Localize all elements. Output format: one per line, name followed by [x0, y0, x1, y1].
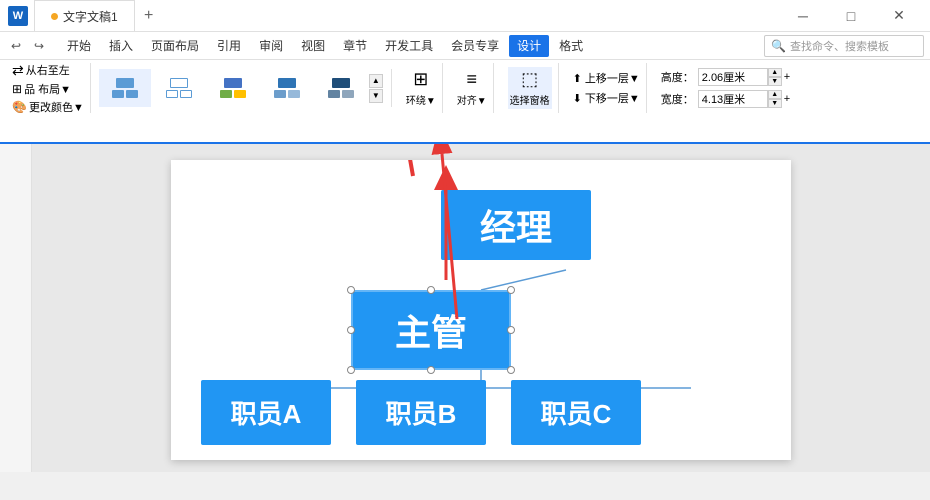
ribbon-group-actions: ⊞ 环绕▼ [400, 63, 443, 113]
window-controls: ─ □ ✕ [780, 0, 922, 32]
move-down-btn[interactable]: ⬇下移一层▼ [573, 90, 640, 106]
maximize-button[interactable]: □ [828, 0, 874, 32]
tab-bar: 文字文稿1 + [34, 0, 780, 31]
redo-button[interactable]: ↪ [29, 36, 49, 56]
style-scroll-btns: ▲ ▼ [369, 74, 383, 103]
height-down[interactable]: ▼ [768, 77, 782, 86]
color-label: 更改颜色▼ [29, 99, 84, 115]
style-scroll-down[interactable]: ▼ [369, 89, 383, 103]
height-plus[interactable]: + [784, 71, 790, 83]
menu-insert[interactable]: 插入 [101, 35, 141, 57]
title-bar: W 文字文稿1 + ─ □ ✕ [0, 0, 930, 32]
align-btn[interactable]: ≡ 对齐▼ [457, 69, 487, 107]
quick-access-toolbar: ↩ ↪ [6, 36, 49, 56]
menu-developer[interactable]: 开发工具 [377, 35, 441, 57]
menu-format[interactable]: 格式 [551, 35, 591, 57]
width-plus[interactable]: + [784, 93, 790, 105]
supervisor-box[interactable]: 主管 [351, 290, 511, 370]
style-thumb-5[interactable] [315, 69, 367, 107]
select-pane-btn[interactable]: ⬚ 选择窗格 [508, 67, 552, 109]
right-to-left-btn[interactable]: ⇄ 从右至左 [12, 62, 70, 79]
employee-c-box[interactable]: 职员C [511, 380, 641, 445]
ribbon: ⇄ 从右至左 ⊞ 品 布局▼ 🎨 更改颜色▼ [0, 60, 930, 144]
menu-vip[interactable]: 会员专享 [443, 35, 507, 57]
undo-button[interactable]: ↩ [6, 36, 26, 56]
document-page: 经理 主管 ⊞ ⊟ ⋮ [171, 160, 791, 460]
tab-dot [51, 13, 58, 20]
menu-bar: ↩ ↪ 开始 插入 页面布局 引用 审阅 视图 章节 开发工具 会员专享 设计 … [0, 32, 930, 60]
menu-review[interactable]: 审阅 [251, 35, 291, 57]
width-label: 宽度： [661, 91, 694, 107]
menu-view[interactable]: 视图 [293, 35, 333, 57]
ribbon-content: ⇄ 从右至左 ⊞ 品 布局▼ 🎨 更改颜色▼ [0, 60, 930, 116]
style-thumb-3[interactable] [207, 69, 259, 107]
ribbon-group-layout: ⇄ 从右至左 ⊞ 品 布局▼ 🎨 更改颜色▼ [6, 63, 91, 113]
employee-b-box[interactable]: 职员B [356, 380, 486, 445]
height-up[interactable]: ▲ [768, 68, 782, 77]
layout-btn[interactable]: ⊞ 品 布局▼ [12, 81, 71, 97]
employee-a-box[interactable]: 职员A [201, 380, 331, 445]
menu-start[interactable]: 开始 [59, 35, 99, 57]
add-tab-button[interactable]: + [135, 2, 163, 30]
change-color-btn[interactable]: 🎨 更改颜色▼ [12, 99, 84, 115]
manager-box[interactable]: 经理 [441, 190, 591, 260]
employee-c-label: 职员C [541, 394, 612, 431]
close-button[interactable]: ✕ [876, 0, 922, 32]
ribbon-group-align: ≡ 对齐▼ [451, 63, 494, 113]
supervisor-label: 主管 [395, 304, 467, 356]
main-area: 经理 主管 ⊞ ⊟ ⋮ [0, 144, 930, 472]
width-down[interactable]: ▼ [768, 99, 782, 108]
menu-section[interactable]: 章节 [335, 35, 375, 57]
height-input[interactable]: 2.06厘米 [698, 68, 768, 86]
width-up[interactable]: ▲ [768, 90, 782, 99]
employee-b-label: 职员B [386, 394, 457, 431]
search-box[interactable]: 🔍 查找命令、搜索模板 [764, 35, 924, 57]
doc-tab-title: 文字文稿1 [63, 8, 118, 25]
height-label: 高度： [661, 69, 694, 85]
layout-label: 品 布局▼ [24, 81, 71, 97]
ribbon-group-select: ⬚ 选择窗格 [502, 63, 559, 113]
width-input[interactable]: 4.13厘米 [698, 90, 768, 108]
style-thumb-4[interactable] [261, 69, 313, 107]
doc-area[interactable]: 经理 主管 ⊞ ⊟ ⋮ [32, 144, 930, 472]
left-ruler [0, 144, 32, 472]
style-scroll-up[interactable]: ▲ [369, 74, 383, 88]
height-prop: 高度： 2.06厘米 ▲ ▼ + [661, 68, 790, 86]
style-thumbnails-group: ▲ ▼ [99, 69, 392, 107]
width-prop: 宽度： 4.13厘米 ▲ ▼ + [661, 90, 790, 108]
menu-design[interactable]: 设计 [509, 35, 549, 57]
app-icon: W [8, 6, 28, 26]
menu-layout[interactable]: 页面布局 [143, 35, 207, 57]
style-thumb-2[interactable] [153, 69, 205, 107]
wrap-btn[interactable]: ⊞ 环绕▼ [406, 69, 436, 107]
search-placeholder: 查找命令、搜索模板 [790, 38, 889, 54]
minimize-button[interactable]: ─ [780, 0, 826, 32]
rtl-label: 从右至左 [26, 62, 70, 78]
ribbon-group-props: 高度： 2.06厘米 ▲ ▼ + 宽度： 4.13厘米 [655, 63, 796, 113]
menu-references[interactable]: 引用 [209, 35, 249, 57]
employee-a-label: 职员A [231, 394, 302, 431]
manager-label: 经理 [480, 199, 552, 251]
style-thumb-1[interactable] [99, 69, 151, 107]
red-arrow-indicator [394, 160, 415, 176]
doc-tab[interactable]: 文字文稿1 [34, 0, 135, 31]
ribbon-group-layers: ⬆上移一层▼ ⬇下移一层▼ [567, 63, 647, 113]
move-up-btn[interactable]: ⬆上移一层▼ [573, 70, 640, 86]
